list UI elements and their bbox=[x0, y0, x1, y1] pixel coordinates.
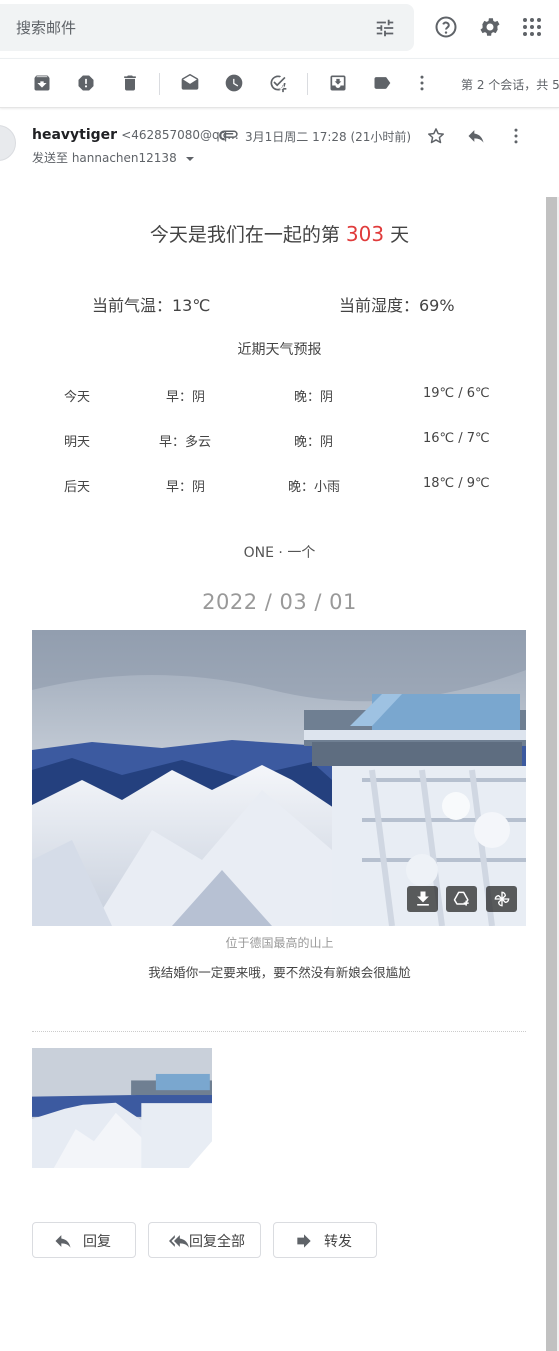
conversation-count: 第 2 个会话，共 5 bbox=[461, 78, 559, 92]
star-icon[interactable] bbox=[426, 126, 446, 146]
forecast-evening: 晚：阴 bbox=[294, 435, 334, 450]
forward-button[interactable]: 转发 bbox=[273, 1222, 377, 1258]
reply-all-label: 回复全部 bbox=[189, 1234, 245, 1250]
mark-unread-icon[interactable] bbox=[180, 73, 200, 93]
google-photos-button[interactable] bbox=[486, 886, 517, 912]
forecast-morning: 早：阴 bbox=[166, 480, 206, 495]
photo-caption: 位于德国最高的山上 bbox=[225, 936, 334, 950]
attachment-thumbnail[interactable] bbox=[32, 1048, 212, 1168]
sender-name[interactable]: heavytiger bbox=[32, 127, 117, 143]
tune-icon[interactable] bbox=[374, 17, 396, 39]
paperclip-icon bbox=[219, 130, 238, 141]
chevron-down-icon[interactable] bbox=[185, 154, 195, 164]
quote-text: 我结婚你一定要来哦，要不然没有新娘会很尴尬 bbox=[148, 965, 411, 980]
forward-icon bbox=[297, 1234, 311, 1248]
one-title: ONE · 一个 bbox=[243, 545, 316, 561]
days-prefix: 今天是我们在一起的第 bbox=[149, 224, 346, 246]
reply-all-button[interactable]: 回复全部 bbox=[148, 1222, 261, 1258]
forecast-evening: 晚：小雨 bbox=[288, 480, 341, 495]
current-temperature: 当前气温：13℃ bbox=[92, 296, 211, 315]
download-button[interactable] bbox=[407, 886, 438, 912]
forecast-morning: 早：阴 bbox=[166, 390, 206, 405]
days-count: 303 bbox=[345, 222, 385, 246]
attachment-graphic bbox=[32, 1048, 212, 1168]
forecast-range: 19℃ / 6℃ bbox=[423, 386, 490, 401]
toolbar-divider bbox=[159, 73, 160, 95]
current-humidity: 当前湿度：69% bbox=[339, 296, 455, 315]
search-input[interactable] bbox=[16, 4, 356, 51]
recipient-line[interactable]: 发送至 hannachen12138 bbox=[32, 149, 195, 166]
help-icon[interactable] bbox=[434, 15, 458, 39]
avatar bbox=[0, 125, 16, 161]
forecast-title: 近期天气预报 bbox=[237, 342, 322, 358]
download-icon bbox=[417, 891, 429, 906]
top-bar bbox=[0, 0, 559, 58]
trash-icon[interactable] bbox=[120, 73, 140, 93]
email-date: 3月1日周二 17:28 (21小时前) bbox=[245, 130, 412, 144]
add-to-drive-button[interactable] bbox=[446, 886, 477, 912]
archive-icon[interactable] bbox=[32, 73, 52, 93]
apps-grid-icon[interactable] bbox=[520, 15, 544, 39]
add-to-drive-icon bbox=[453, 891, 469, 906]
move-to-icon[interactable] bbox=[328, 73, 348, 93]
forecast-day: 后天 bbox=[64, 480, 91, 495]
featured-date: 2022 / 03 / 01 bbox=[202, 590, 357, 614]
add-task-icon[interactable] bbox=[268, 73, 288, 93]
reply-button[interactable]: 回复 bbox=[32, 1222, 136, 1258]
reply-label: 回复 bbox=[83, 1234, 111, 1250]
sender: heavytiger <462857080@qq... bbox=[32, 127, 239, 143]
google-photos-icon bbox=[494, 891, 510, 907]
search-bar[interactable] bbox=[0, 4, 414, 51]
mountain-photo[interactable] bbox=[32, 630, 526, 926]
reply-all-icon bbox=[169, 1235, 189, 1248]
attachment-divider bbox=[32, 1031, 526, 1032]
label-icon[interactable] bbox=[372, 73, 392, 93]
more-vert-icon[interactable] bbox=[506, 126, 526, 146]
gear-icon[interactable] bbox=[478, 15, 502, 39]
photo-graphic bbox=[32, 630, 526, 926]
more-vert-icon[interactable] bbox=[412, 73, 432, 93]
forecast-morning: 早：多云 bbox=[159, 435, 212, 450]
forecast-evening: 晚：阴 bbox=[294, 390, 334, 405]
forecast-day: 今天 bbox=[64, 390, 91, 405]
forecast-range: 16℃ / 7℃ bbox=[423, 431, 490, 446]
forward-label: 转发 bbox=[324, 1234, 352, 1250]
message-toolbar: 第 2 个会话，共 5 bbox=[0, 58, 559, 108]
toolbar-divider bbox=[307, 73, 308, 95]
anniversary-line: 今天是我们在一起的第 303 天 bbox=[0, 220, 559, 247]
report-spam-icon[interactable] bbox=[76, 73, 96, 93]
reply-icon[interactable] bbox=[466, 126, 486, 146]
recipient-text: 发送至 hannachen12138 bbox=[32, 151, 177, 165]
days-suffix: 天 bbox=[384, 224, 410, 246]
scrollbar-thumb[interactable] bbox=[546, 197, 557, 1351]
forecast-day: 明天 bbox=[64, 435, 91, 450]
forecast-range: 18℃ / 9℃ bbox=[423, 476, 490, 491]
reply-icon bbox=[55, 1235, 71, 1248]
snooze-icon[interactable] bbox=[224, 73, 244, 93]
